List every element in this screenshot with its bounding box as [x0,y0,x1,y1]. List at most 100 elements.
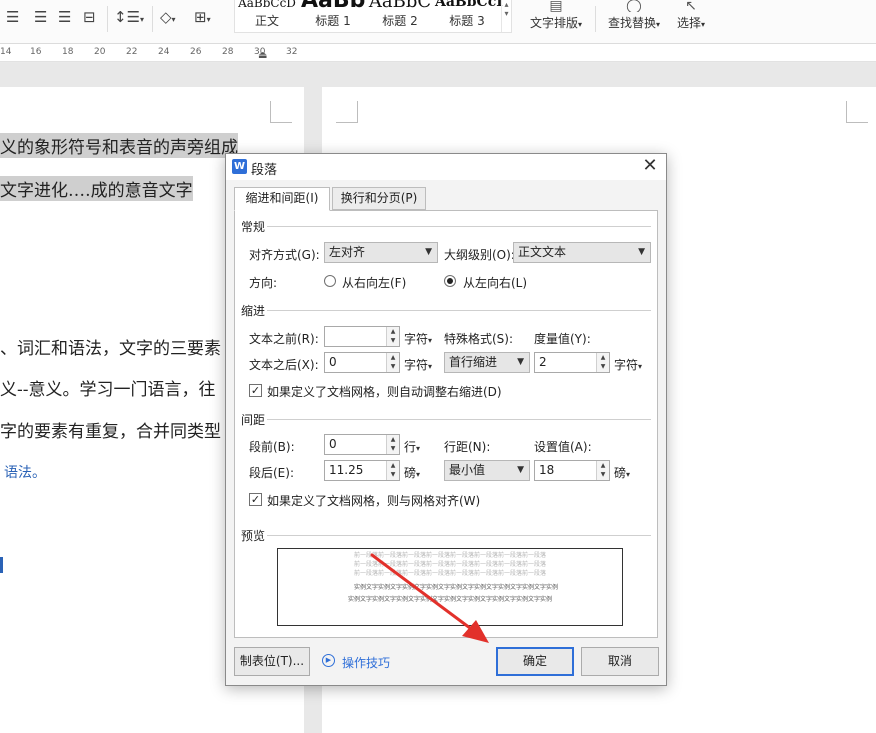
align-select[interactable]: 左对齐 ▼ [324,242,438,263]
space-before-input[interactable]: 0 ▲ ▼ [324,434,400,455]
select-label: 选择 [676,16,701,30]
text-layout-button[interactable]: ▤ 文字排版▾ [524,0,588,31]
spin-up-icon[interactable]: ▲ [597,353,609,362]
spin-up-icon[interactable]: ▲ [387,327,399,336]
indent-before-unit[interactable]: 字符▾ [404,330,432,347]
indent-after-value: 0 [329,355,337,369]
justify-icon[interactable]: ☰ [58,8,71,26]
preview-prev-line: 前一段落前一段落前一段落前一段落前一段落前一段落前一段落前一段落 [353,552,546,559]
section-spacing-title: 间距 [241,413,266,427]
outline-level-value: 正文文本 [518,245,567,259]
section-divider [267,310,651,311]
doc-line[interactable]: 义--意义。学习一门语言，往 [0,375,216,400]
space-before-label: 段前(B): [249,440,295,454]
ruler-tick: 24 [158,47,170,57]
space-after-unit[interactable]: 磅▾ [404,464,420,481]
snap-grid-label[interactable]: 如果定义了文档网格，则与网格对齐(W) [267,492,480,509]
ltr-radio[interactable] [444,275,456,287]
spin-down-icon[interactable]: ▼ [387,362,399,371]
gallery-scroll-button[interactable]: ▴ ▾ [501,0,511,32]
rtl-radio[interactable] [324,275,336,287]
text-layout-label: 文字排版 [529,16,578,30]
style-name: 标题 3 [449,14,485,28]
doc-line[interactable]: 语法。 [4,462,46,482]
auto-adjust-checkbox[interactable]: ✓ [249,384,262,397]
ok-button[interactable]: 确定 [496,647,574,676]
auto-adjust-label[interactable]: 如果定义了文档网格，则自动调整右缩进(D) [267,383,502,400]
toolbar-divider [595,6,596,32]
section-general-title: 常规 [241,220,266,234]
paragraph-dialog: W 段落 ✕ 缩进和间距(I) 换行和分页(P) 常规 对齐方式(G): 左对齐… [225,153,667,686]
select-button[interactable]: ↖ 选择▾ [670,0,712,31]
tab-line-page-break[interactable]: 换行和分页(P) [332,187,426,210]
cancel-button[interactable]: 取消 [581,647,659,676]
style-name: 标题 2 [382,14,418,28]
section-divider [267,535,651,536]
wps-logo-icon: W [232,159,247,174]
spin-up-icon[interactable]: ▲ [387,353,399,362]
special-format-select[interactable]: 首行缩进 ▼ [444,352,530,373]
space-after-value: 11.25 [329,463,364,477]
spin-up-icon[interactable]: ▲ [387,461,399,470]
shading-icon[interactable]: ◇▾ [160,8,176,29]
align-center-icon[interactable]: ☰ [6,8,19,26]
ruler-tick: 28 [222,47,234,57]
tab-stops-button[interactable]: 制表位(T)... [234,647,310,676]
ruler-tick: 20 [94,47,106,57]
play-icon[interactable]: ▶ [322,654,335,667]
chevron-down-icon: ▼ [638,247,645,257]
space-before-value: 0 [329,437,337,451]
line-spacing-icon[interactable]: ↕☰▾ [114,8,144,29]
doc-line[interactable]: 义的象形符号和表音的声旁组成 [0,133,238,158]
rtl-label[interactable]: 从右向左(F) [342,274,406,291]
find-replace-button[interactable]: ◯ 查找替换▾ [602,0,666,31]
measure-unit[interactable]: 字符▾ [614,356,642,373]
indent-before-input[interactable]: ▲ ▼ [324,326,400,347]
search-icon: ◯ [626,0,642,12]
borders-icon[interactable]: ⊞▾ [194,8,211,29]
cursor-arrow-icon: ↖ [685,0,697,12]
preview-prev-line: 前一段落前一段落前一段落前一段落前一段落前一段落前一段落前一段落 [353,570,546,577]
space-after-label: 段后(E): [249,466,294,480]
indent-marker-icon[interactable]: ⏏ [258,50,267,61]
outline-level-select[interactable]: 正文文本 ▼ [513,242,651,263]
indent-after-unit[interactable]: 字符▾ [404,356,432,373]
ltr-label[interactable]: 从左向右(L) [463,274,527,291]
section-preview-title: 预览 [241,529,266,543]
indent-after-input[interactable]: 0 ▲ ▼ [324,352,400,373]
horizontal-ruler[interactable]: 14 16 18 20 22 24 26 28 30 32 ⏏ [0,44,876,62]
section-indent-title: 缩进 [241,304,266,318]
measure-input[interactable]: 2 ▲ ▼ [534,352,610,373]
space-before-unit[interactable]: 行▾ [404,438,420,455]
measure-value: 2 [539,355,547,369]
snap-grid-checkbox[interactable]: ✓ [249,493,262,506]
section-divider [267,226,651,227]
page-corner-mark [270,101,292,123]
spin-down-icon[interactable]: ▼ [387,470,399,479]
align-right-icon[interactable]: ☰ [34,8,47,26]
setting-value-label: 设置值(A): [534,440,592,454]
doc-line[interactable]: 、词汇和语法，文字的三要素 [0,334,221,359]
spin-up-icon[interactable]: ▲ [387,435,399,444]
dialog-titlebar[interactable]: W 段落 ✕ [226,154,666,180]
close-icon[interactable]: ✕ [640,156,660,176]
space-after-input[interactable]: 11.25 ▲ ▼ [324,460,400,481]
line-spacing-select[interactable]: 最小值 ▼ [444,460,530,481]
spin-up-icon[interactable]: ▲ [597,461,609,470]
preview-sample-line: 实例文字实例文字实例文字实例文字实例文字实例文字实例文字实例文字实例 [347,596,552,603]
unit-label: 字符 [404,332,429,346]
page-corner-mark [336,101,358,123]
section-divider [267,419,651,420]
setting-value-input[interactable]: 18 ▲ ▼ [534,460,610,481]
spin-down-icon[interactable]: ▼ [597,362,609,371]
spin-down-icon[interactable]: ▼ [387,444,399,453]
doc-line[interactable]: 字的要素有重复，合并同类型 [0,417,221,442]
tips-link[interactable]: 操作技巧 [342,654,390,671]
tab-indent-spacing[interactable]: 缩进和间距(I) [234,187,330,211]
setting-value-unit[interactable]: 磅▾ [614,464,630,481]
doc-line[interactable]: 文字进化‥‥成的意音文字 [0,176,193,201]
unit-label: 字符 [404,358,429,372]
distributed-align-icon[interactable]: ⊟ [83,8,96,26]
spin-down-icon[interactable]: ▼ [597,470,609,479]
spin-down-icon[interactable]: ▼ [387,336,399,345]
